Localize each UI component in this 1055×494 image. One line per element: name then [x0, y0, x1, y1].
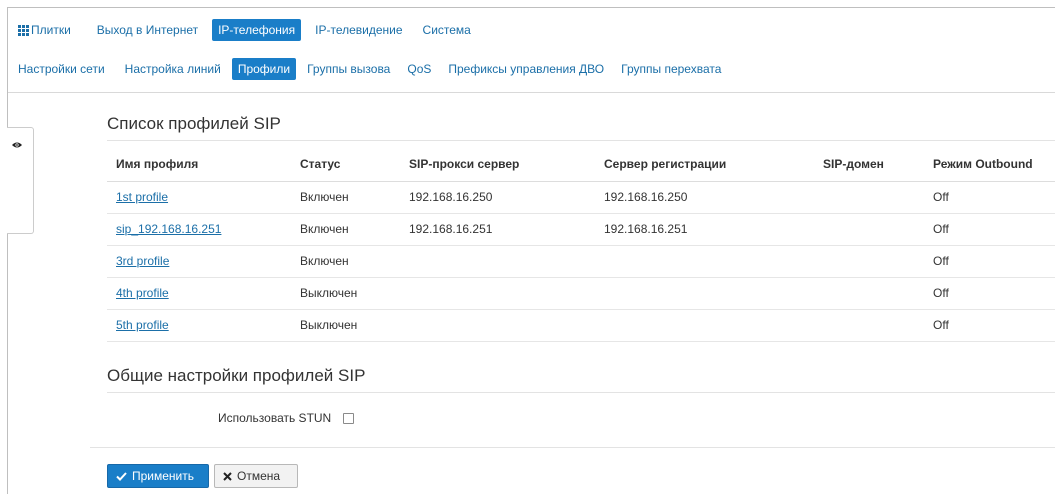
table-row: 3rd profile Включен Off: [107, 245, 1055, 278]
proxy-cell: [400, 309, 595, 342]
outbound-cell: Off: [924, 213, 1055, 246]
tab-tiles[interactable]: Плитки: [18, 19, 77, 41]
status-cell: Выключен: [291, 277, 400, 310]
outbound-cell: Off: [924, 181, 1055, 214]
registrar-cell: 192.168.16.250: [595, 181, 814, 214]
registrar-cell: 192.168.16.251: [595, 213, 814, 246]
col-header-sip-domain: SIP-домен: [814, 147, 924, 182]
common-settings-title: Общие настройки профилей SIP: [107, 366, 366, 385]
tab-internet[interactable]: Выход в Интернет: [91, 19, 204, 41]
domain-cell: [814, 245, 924, 278]
tab-ip-telephony[interactable]: IP-телефония: [212, 19, 302, 41]
side-panel-toggle[interactable]: [7, 127, 34, 234]
profile-link[interactable]: 5th profile: [116, 318, 169, 332]
profile-name-cell: 1st profile: [107, 181, 291, 214]
domain-cell: [814, 277, 924, 310]
domain-cell: [814, 181, 924, 214]
status-cell: Включен: [291, 245, 400, 278]
sip-profiles-table: Имя профиля Статус SIP-прокси сервер Сер…: [107, 147, 1055, 342]
table-header-row: Имя профиля Статус SIP-прокси сервер Сер…: [107, 147, 1055, 182]
nav-divider: [8, 92, 1055, 93]
apply-button[interactable]: Применить: [107, 464, 209, 488]
outbound-cell: Off: [924, 245, 1055, 278]
eye-icon: [12, 142, 22, 148]
profiles-section-title: Список профилей SIP: [107, 114, 281, 133]
col-header-profile-name: Имя профиля: [107, 147, 291, 182]
profile-name-cell: 4th profile: [107, 277, 291, 310]
stun-checkbox[interactable]: [343, 412, 355, 424]
subtab-qos[interactable]: QoS: [401, 58, 437, 80]
proxy-cell: [400, 277, 595, 310]
profile-name-cell: 5th profile: [107, 309, 291, 342]
profile-link[interactable]: 4th profile: [116, 286, 169, 300]
registrar-cell: [595, 245, 814, 278]
profile-link[interactable]: 1st profile: [116, 190, 168, 204]
status-cell: Включен: [291, 213, 400, 246]
table-row: 4th profile Выключен Off: [107, 277, 1055, 310]
stun-label: Использовать STUN: [218, 411, 332, 425]
status-cell: Включен: [291, 181, 400, 214]
proxy-cell: [400, 245, 595, 278]
subtab-pickup-groups[interactable]: Группы перехвата: [615, 58, 727, 80]
profile-link[interactable]: sip_192.168.16.251: [116, 222, 221, 236]
tab-ip-tv[interactable]: IP-телевидение: [309, 19, 408, 41]
actions-divider: [90, 447, 1055, 448]
outbound-cell: Off: [924, 309, 1055, 342]
domain-cell: [814, 213, 924, 246]
x-icon: [223, 471, 232, 481]
subtab-profiles[interactable]: Профили: [231, 58, 297, 80]
profile-name-cell: sip_192.168.16.251: [107, 213, 291, 246]
col-header-status: Статус: [291, 147, 400, 182]
table-row: sip_192.168.16.251 Включен 192.168.16.25…: [107, 213, 1055, 246]
tab-system[interactable]: Система: [417, 19, 477, 41]
apply-button-label: Применить: [132, 469, 195, 483]
domain-cell: [814, 309, 924, 342]
subtab-dvo-prefixes[interactable]: Префиксы управления ДВО: [442, 58, 610, 80]
cancel-button-label: Отмена: [237, 469, 281, 483]
checkmark-icon: [116, 471, 127, 481]
profile-link[interactable]: 3rd profile: [116, 254, 169, 268]
col-header-registrar: Сервер регистрации: [595, 147, 814, 182]
table-row: 5th profile Выключен Off: [107, 309, 1055, 342]
tab-tiles-label: Плитки: [31, 23, 71, 37]
proxy-cell: 192.168.16.250: [400, 181, 595, 214]
registrar-cell: [595, 309, 814, 342]
col-header-outbound-mode: Режим Outbound: [924, 147, 1055, 182]
col-header-sip-proxy: SIP-прокси сервер: [400, 147, 595, 182]
stun-setting: Использовать STUN: [218, 410, 355, 426]
proxy-cell: 192.168.16.251: [400, 213, 595, 246]
subtab-call-groups[interactable]: Группы вызова: [301, 58, 396, 80]
cancel-button[interactable]: Отмена: [214, 464, 298, 488]
subtab-network-settings[interactable]: Настройки сети: [18, 58, 111, 80]
status-cell: Выключен: [291, 309, 400, 342]
table-row: 1st profile Включен 192.168.16.250 192.1…: [107, 181, 1055, 214]
sub-nav: Настройки сети Настройка линий Профили Г…: [18, 58, 732, 80]
grid-icon: [18, 24, 29, 36]
section-divider: [107, 392, 1055, 393]
registrar-cell: [595, 277, 814, 310]
top-nav: Плитки Выход в Интернет IP-телефония IP-…: [18, 19, 485, 41]
profile-name-cell: 3rd profile: [107, 245, 291, 278]
section-divider: [107, 140, 1055, 141]
outbound-cell: Off: [924, 277, 1055, 310]
subtab-line-settings[interactable]: Настройка линий: [119, 58, 227, 80]
